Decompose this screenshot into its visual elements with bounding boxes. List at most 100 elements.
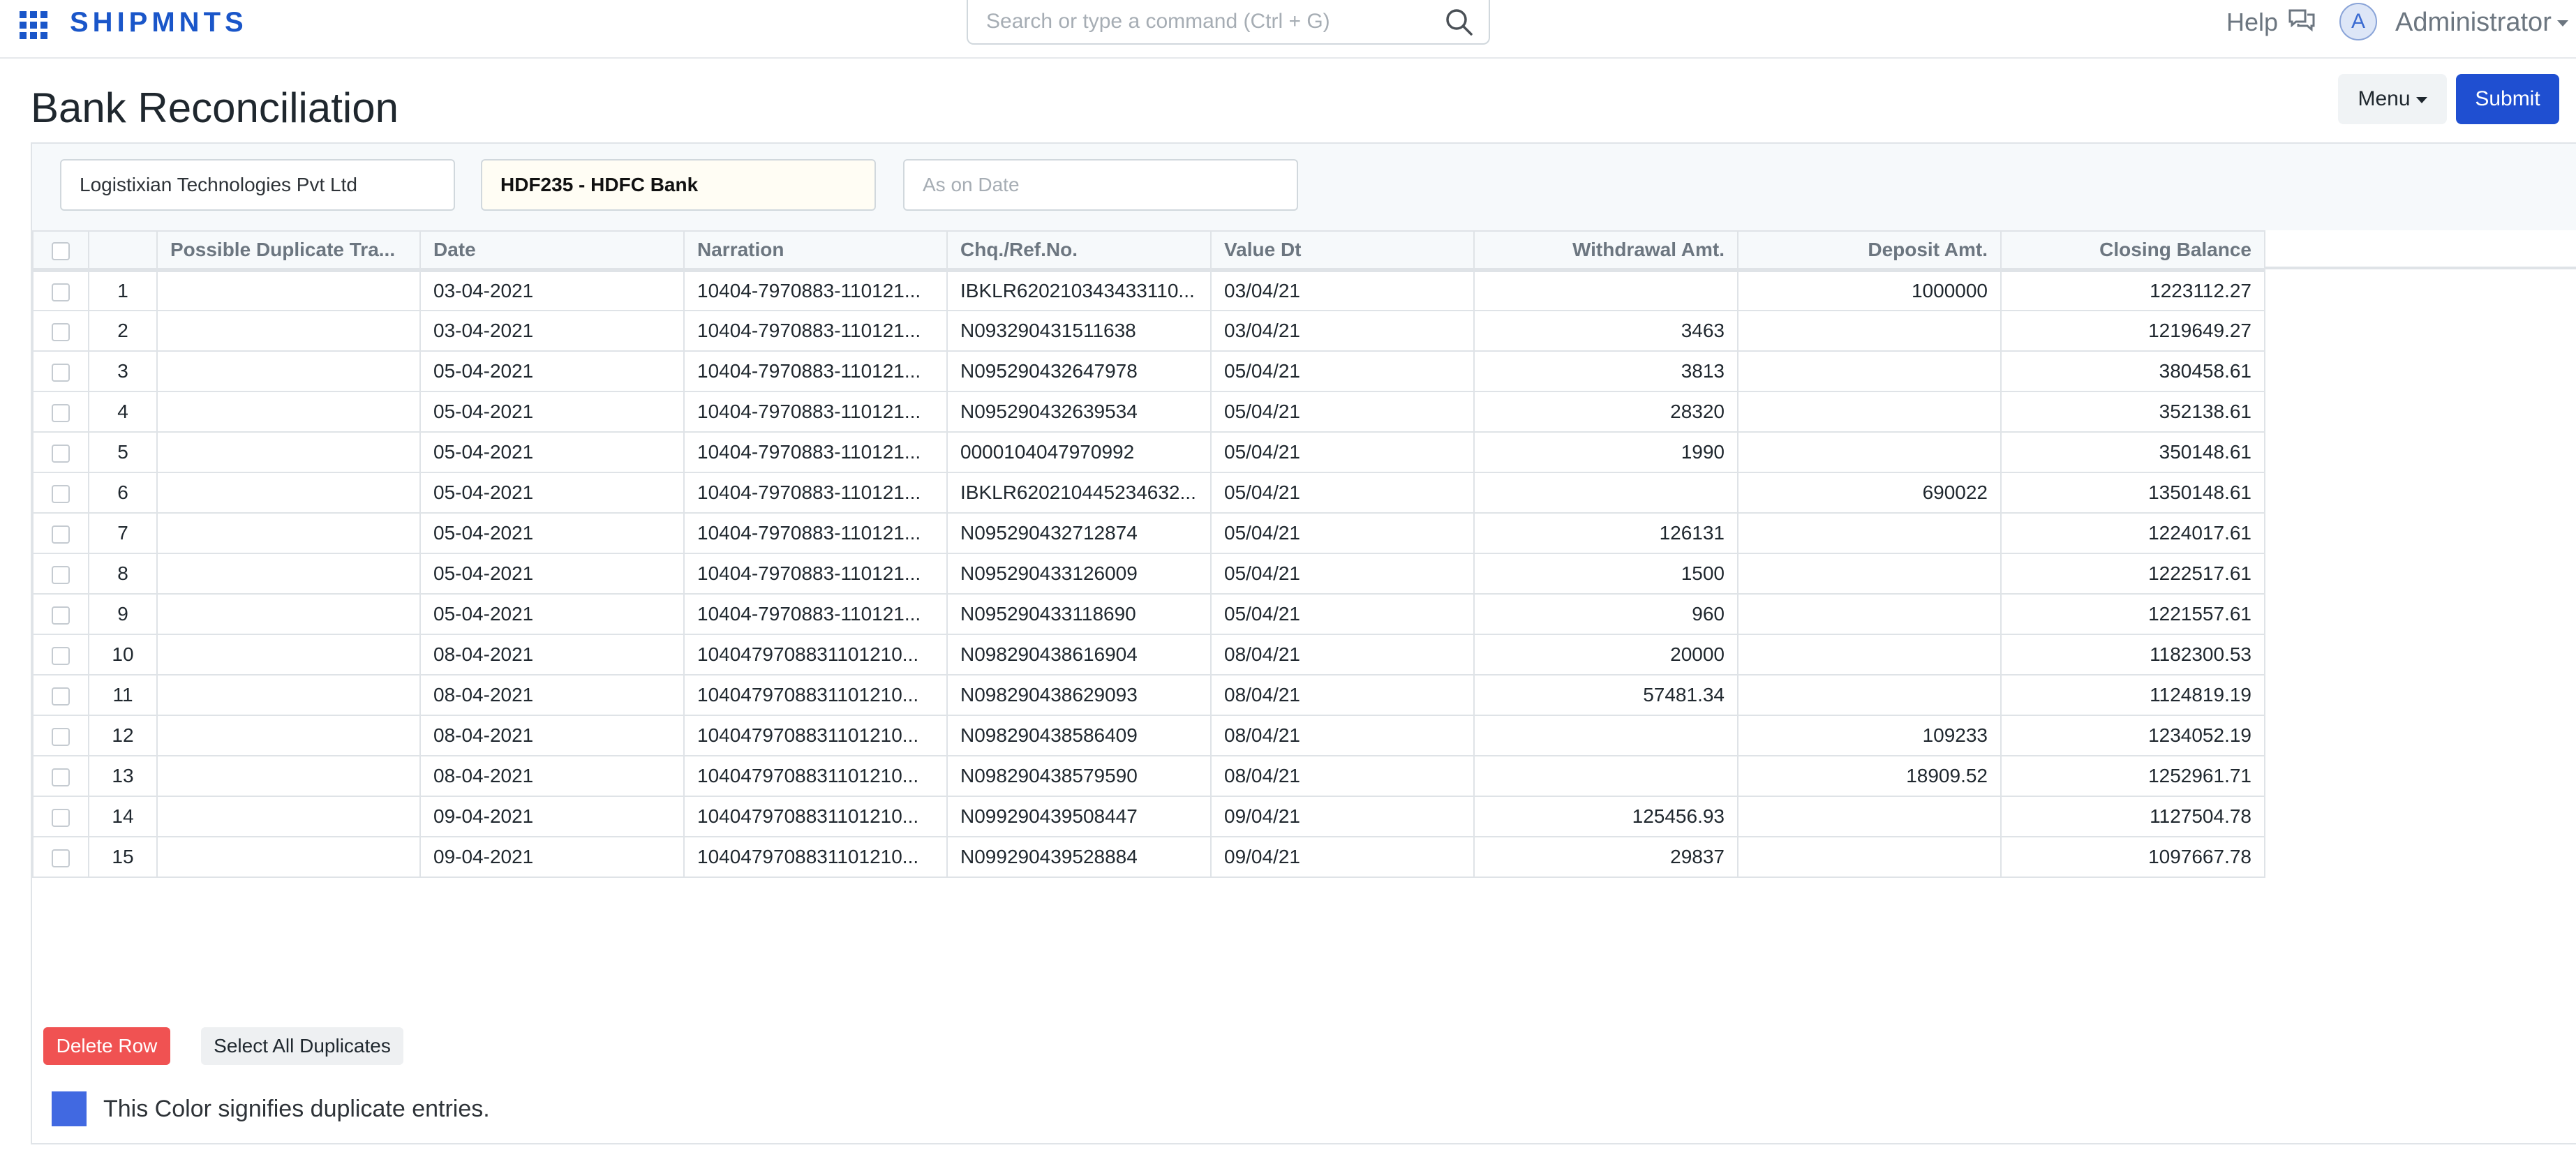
table-row[interactable]: 5 05-04-2021 10404-7970883-110121... 000010… [32, 431, 2265, 473]
value-date-cell[interactable]: 05/04/21 [1210, 431, 1475, 473]
column-header-narration[interactable]: Narration [683, 230, 948, 272]
narration-cell[interactable]: 10404-7970883-110121... [683, 269, 948, 311]
column-header-withdrawal[interactable]: Withdrawal Amt. [1473, 230, 1739, 272]
date-cell[interactable]: 08-04-2021 [419, 674, 685, 716]
duplicate-cell[interactable] [156, 553, 421, 595]
date-cell[interactable]: 08-04-2021 [419, 755, 685, 797]
duplicate-cell[interactable] [156, 755, 421, 797]
closing-balance-cell[interactable]: 1221557.61 [2000, 593, 2265, 635]
withdrawal-cell[interactable] [1473, 755, 1739, 797]
ref-no-cell[interactable]: N098290438616904 [946, 634, 1212, 676]
table-row[interactable]: 11 08-04-2021 1040479708831101210... N09829… [32, 674, 2265, 716]
column-header-deposit[interactable]: Deposit Amt. [1737, 230, 2002, 272]
deposit-cell[interactable] [1737, 512, 2002, 554]
date-cell[interactable]: 08-04-2021 [419, 634, 685, 676]
table-row[interactable]: 14 09-04-2021 1040479708831101210... N09929… [32, 796, 2265, 837]
date-cell[interactable]: 05-04-2021 [419, 553, 685, 595]
narration-cell[interactable]: 10404-7970883-110121... [683, 310, 948, 352]
deposit-cell[interactable] [1737, 431, 2002, 473]
closing-balance-cell[interactable]: 1219649.27 [2000, 310, 2265, 352]
ref-no-cell[interactable]: IBKLR620210445234632... [946, 472, 1212, 514]
date-cell[interactable]: 05-04-2021 [419, 512, 685, 554]
row-checkbox[interactable] [32, 715, 89, 756]
closing-balance-cell[interactable]: 1182300.53 [2000, 634, 2265, 676]
withdrawal-cell[interactable]: 29837 [1473, 836, 1739, 878]
value-date-cell[interactable]: 08/04/21 [1210, 715, 1475, 756]
column-header-duplicate[interactable]: Possible Duplicate Tra... [156, 230, 421, 272]
ref-no-cell[interactable]: N093290431511638 [946, 310, 1212, 352]
deposit-cell[interactable]: 109233 [1737, 715, 2002, 756]
ref-no-cell[interactable]: N095290432712874 [946, 512, 1212, 554]
duplicate-cell[interactable] [156, 310, 421, 352]
table-row[interactable]: 4 05-04-2021 10404-7970883-110121... N09529… [32, 391, 2265, 433]
value-date-cell[interactable]: 05/04/21 [1210, 350, 1475, 392]
withdrawal-cell[interactable]: 3463 [1473, 310, 1739, 352]
deposit-cell[interactable] [1737, 593, 2002, 635]
row-checkbox[interactable] [32, 269, 89, 311]
deposit-cell[interactable] [1737, 634, 2002, 676]
date-cell[interactable]: 09-04-2021 [419, 836, 685, 878]
value-date-cell[interactable]: 08/04/21 [1210, 634, 1475, 676]
company-filter[interactable] [60, 159, 455, 211]
row-checkbox[interactable] [32, 472, 89, 514]
ref-no-cell[interactable]: N098290438629093 [946, 674, 1212, 716]
ref-no-cell[interactable]: N098290438586409 [946, 715, 1212, 756]
closing-balance-cell[interactable]: 1127504.78 [2000, 796, 2265, 837]
withdrawal-cell[interactable] [1473, 472, 1739, 514]
ref-no-cell[interactable]: 0000104047970992 [946, 431, 1212, 473]
narration-cell[interactable]: 1040479708831101210... [683, 674, 948, 716]
narration-cell[interactable]: 1040479708831101210... [683, 755, 948, 797]
withdrawal-cell[interactable]: 3813 [1473, 350, 1739, 392]
narration-cell[interactable]: 10404-7970883-110121... [683, 472, 948, 514]
row-checkbox[interactable] [32, 350, 89, 392]
select-all-duplicates-button[interactable]: Select All Duplicates [201, 1027, 403, 1065]
closing-balance-cell[interactable]: 1224017.61 [2000, 512, 2265, 554]
row-checkbox[interactable] [32, 310, 89, 352]
deposit-cell[interactable] [1737, 310, 2002, 352]
withdrawal-cell[interactable]: 960 [1473, 593, 1739, 635]
withdrawal-cell[interactable] [1473, 269, 1739, 311]
date-cell[interactable]: 05-04-2021 [419, 472, 685, 514]
withdrawal-cell[interactable]: 28320 [1473, 391, 1739, 433]
withdrawal-cell[interactable]: 20000 [1473, 634, 1739, 676]
column-header-closing-balance[interactable]: Closing Balance [2000, 230, 2265, 272]
date-cell[interactable]: 08-04-2021 [419, 715, 685, 756]
duplicate-cell[interactable] [156, 391, 421, 433]
withdrawal-cell[interactable]: 1990 [1473, 431, 1739, 473]
date-cell[interactable]: 09-04-2021 [419, 796, 685, 837]
column-header-value-date[interactable]: Value Dt [1210, 230, 1475, 272]
narration-cell[interactable]: 10404-7970883-110121... [683, 431, 948, 473]
help-dropdown[interactable]: Help [2226, 4, 2316, 40]
value-date-cell[interactable]: 05/04/21 [1210, 512, 1475, 554]
table-row[interactable]: 13 08-04-2021 1040479708831101210... N09829… [32, 755, 2265, 797]
closing-balance-cell[interactable]: 1234052.19 [2000, 715, 2265, 756]
narration-cell[interactable]: 10404-7970883-110121... [683, 553, 948, 595]
value-date-cell[interactable]: 05/04/21 [1210, 553, 1475, 595]
narration-cell[interactable]: 1040479708831101210... [683, 634, 948, 676]
duplicate-cell[interactable] [156, 634, 421, 676]
ref-no-cell[interactable]: N099290439528884 [946, 836, 1212, 878]
deposit-cell[interactable] [1737, 350, 2002, 392]
date-cell[interactable]: 03-04-2021 [419, 310, 685, 352]
table-row[interactable]: 9 05-04-2021 10404-7970883-110121... N09529… [32, 593, 2265, 635]
submit-button[interactable]: Submit [2456, 74, 2559, 124]
user-menu[interactable]: Administrator [2395, 4, 2568, 40]
column-header-ref-no[interactable]: Chq./Ref.No. [946, 230, 1212, 272]
narration-cell[interactable]: 1040479708831101210... [683, 796, 948, 837]
table-row[interactable]: 8 05-04-2021 10404-7970883-110121... N09529… [32, 553, 2265, 595]
ref-no-cell[interactable]: IBKLR620210343433110... [946, 269, 1212, 311]
date-cell[interactable]: 05-04-2021 [419, 350, 685, 392]
withdrawal-cell[interactable]: 125456.93 [1473, 796, 1739, 837]
column-header-date[interactable]: Date [419, 230, 685, 272]
ref-no-cell[interactable]: N095290432647978 [946, 350, 1212, 392]
row-checkbox[interactable] [32, 593, 89, 635]
row-checkbox[interactable] [32, 431, 89, 473]
deposit-cell[interactable]: 18909.52 [1737, 755, 2002, 797]
value-date-cell[interactable]: 08/04/21 [1210, 674, 1475, 716]
table-row[interactable]: 12 08-04-2021 1040479708831101210... N09829… [32, 715, 2265, 756]
row-checkbox[interactable] [32, 391, 89, 433]
withdrawal-cell[interactable]: 126131 [1473, 512, 1739, 554]
closing-balance-cell[interactable]: 1223112.27 [2000, 269, 2265, 311]
deposit-cell[interactable] [1737, 674, 2002, 716]
date-cell[interactable]: 05-04-2021 [419, 431, 685, 473]
